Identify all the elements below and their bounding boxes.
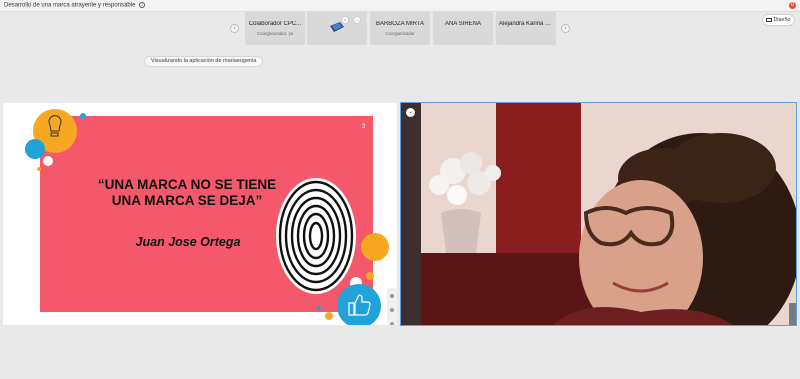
title-bar: Desarrollo de una marca atrayente y resp… [0, 0, 800, 12]
viewing-app-label: Visualizando la aplicación de mariaeugen… [144, 56, 264, 67]
participant-tile-presenter[interactable]: ♪ … [307, 12, 367, 45]
slide-author: Juan Jose Ortega [135, 235, 241, 249]
participant-role: Coorganizador, yo [256, 31, 294, 36]
shared-screen-thumbnail-icon [330, 22, 344, 32]
participant-name: BARBOZA MIRTA [375, 21, 425, 27]
slide-number: 3 [362, 124, 366, 130]
participant-tile-alejandra[interactable]: Alejandra Karina D... [496, 12, 556, 45]
annotation-toolbar[interactable] [387, 288, 397, 325]
participant-role: Coorganizador [385, 31, 415, 36]
decor-circle-blue [25, 139, 45, 159]
hair-top-right [666, 133, 776, 203]
quote-line-1: “UNA MARCA NO SE TIENE [97, 177, 277, 192]
dark-edge [401, 103, 421, 325]
shared-content[interactable]: 3 “UNA MARCA NO SE TIENE UNA MARCA SE DE… [3, 103, 397, 325]
more-options-icon[interactable]: … [353, 16, 361, 24]
participant-tile-ana[interactable]: ANA SIRENA [433, 12, 493, 45]
decor-dot-orange3 [325, 312, 333, 320]
participant-name: Colaborador CPC... [248, 21, 302, 27]
slide-quote: “UNA MARCA NO SE TIENE UNA MARCA SE DEJA… [67, 177, 307, 209]
layout-button[interactable]: Diseño [762, 14, 795, 26]
participant-name: ANA SIRENA [444, 21, 481, 27]
strip-prev-button[interactable]: ‹ [230, 24, 239, 33]
strip-next-button[interactable]: › [561, 24, 570, 33]
notification-badge[interactable]: 0 [789, 2, 796, 9]
video-frame [401, 103, 796, 325]
decor-dot-blue2 [317, 306, 321, 310]
participant-tile-colaborador[interactable]: Colaborador CPC... Coorganizador, yo [245, 12, 305, 45]
zoom-icon[interactable] [390, 322, 394, 325]
info-icon[interactable]: i [139, 2, 146, 8]
layout-icon [766, 17, 773, 22]
quote-line-2: UNA MARCA SE DEJA” [111, 193, 263, 208]
slide-graphics [25, 109, 389, 325]
meeting-title-text: Desarrollo de una marca atrayente y resp… [4, 2, 136, 9]
decor-dot-blue [80, 113, 86, 119]
annotate-icon[interactable] [390, 294, 394, 298]
chevron-down-icon[interactable]: ⌄ [406, 108, 415, 117]
pointer-icon[interactable] [390, 308, 394, 312]
speaker-video[interactable]: ⌄ [400, 102, 797, 326]
layout-button-label: Diseño [773, 17, 791, 23]
puzzle-bubble [361, 233, 389, 261]
meeting-title: Desarrollo de una marca atrayente y resp… [4, 2, 146, 9]
room-object [789, 303, 796, 325]
participant-tile-barboza[interactable]: BARBOZA MIRTA Coorganizador [370, 12, 430, 45]
decor-dot-orange [37, 167, 41, 171]
participant-name: Alejandra Karina D... [499, 21, 555, 27]
decor-circle-white [43, 156, 53, 166]
decor-dot-orange2 [366, 272, 374, 280]
